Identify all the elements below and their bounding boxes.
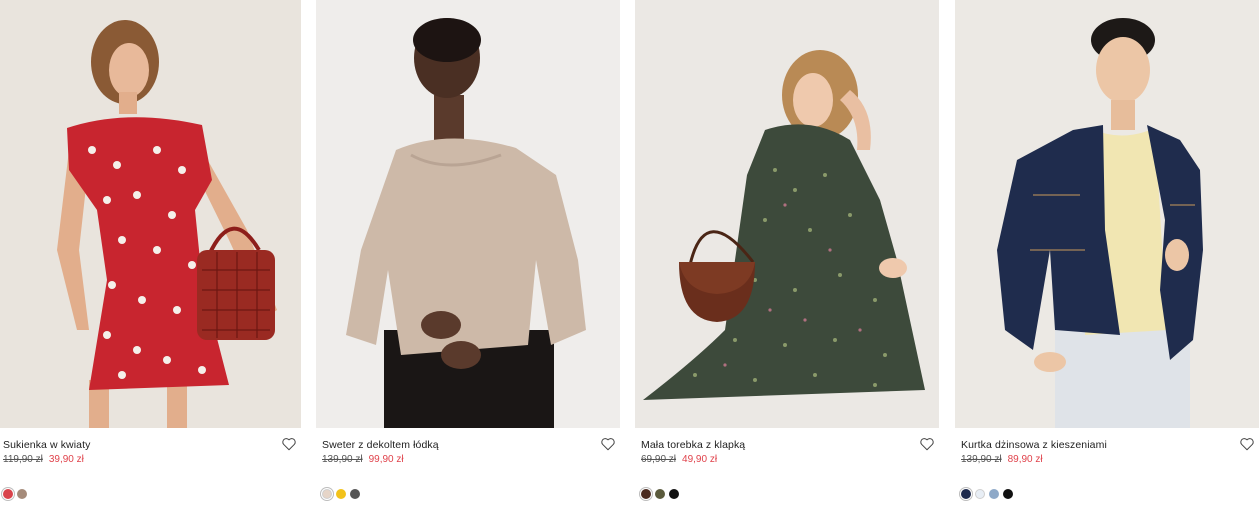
color-swatch[interactable] [961, 489, 971, 499]
color-swatch[interactable] [336, 489, 346, 499]
product-grid: Sukienka w kwiaty 119,90 zł 39,90 zł Swe… [0, 0, 1259, 518]
color-swatch[interactable] [17, 489, 27, 499]
heart-outline-icon[interactable] [919, 437, 935, 451]
color-swatches [322, 489, 360, 499]
color-swatch[interactable] [975, 489, 985, 499]
product-prices: 119,90 zł 39,90 zł [3, 454, 84, 465]
product-name[interactable]: Mała torebka z klapką [641, 439, 745, 451]
product-card[interactable]: Kurtka dżinsowa z kieszeniami 139,90 zł 8… [955, 0, 1259, 518]
heart-outline-icon[interactable] [600, 437, 616, 451]
product-photo[interactable] [635, 0, 939, 428]
heart-outline-icon[interactable] [281, 437, 297, 451]
product-photo[interactable] [0, 0, 301, 428]
color-swatch[interactable] [322, 489, 332, 499]
product-card[interactable]: Sukienka w kwiaty 119,90 zł 39,90 zł [0, 0, 301, 518]
color-swatch[interactable] [655, 489, 665, 499]
sale-price: 49,90 zł [682, 454, 718, 465]
color-swatch[interactable] [3, 489, 13, 499]
color-swatch[interactable] [641, 489, 651, 499]
product-prices: 139,90 zł 99,90 zł [322, 454, 404, 465]
product-photo-image [316, 0, 620, 428]
color-swatch[interactable] [1003, 489, 1013, 499]
product-name[interactable]: Kurtka dżinsowa z kieszeniami [961, 439, 1107, 451]
product-photo[interactable] [316, 0, 620, 428]
color-swatch[interactable] [350, 489, 360, 499]
original-price: 139,90 zł [961, 454, 1002, 465]
original-price: 139,90 zł [322, 454, 363, 465]
original-price: 69,90 zł [641, 454, 677, 465]
product-photo[interactable] [955, 0, 1259, 428]
product-photo-image [635, 0, 939, 428]
product-name[interactable]: Sweter z dekoltem łódką [322, 439, 439, 451]
heart-outline-icon[interactable] [1239, 437, 1255, 451]
product-photo-image [955, 0, 1259, 428]
color-swatches [3, 489, 27, 499]
product-card[interactable]: Sweter z dekoltem łódką 139,90 zł 99,90 z… [316, 0, 620, 518]
sale-price: 99,90 zł [368, 454, 404, 465]
product-card[interactable]: Mała torebka z klapką 69,90 zł 49,90 zł [635, 0, 939, 518]
product-photo-image [0, 0, 301, 428]
product-prices: 69,90 zł 49,90 zł [641, 454, 717, 465]
product-name[interactable]: Sukienka w kwiaty [3, 439, 90, 451]
color-swatch[interactable] [669, 489, 679, 499]
sale-price: 89,90 zł [1007, 454, 1043, 465]
original-price: 119,90 zł [3, 454, 43, 465]
color-swatches [641, 489, 679, 499]
color-swatch[interactable] [989, 489, 999, 499]
product-prices: 139,90 zł 89,90 zł [961, 454, 1043, 465]
sale-price: 39,90 zł [48, 454, 84, 465]
color-swatches [961, 489, 1013, 499]
